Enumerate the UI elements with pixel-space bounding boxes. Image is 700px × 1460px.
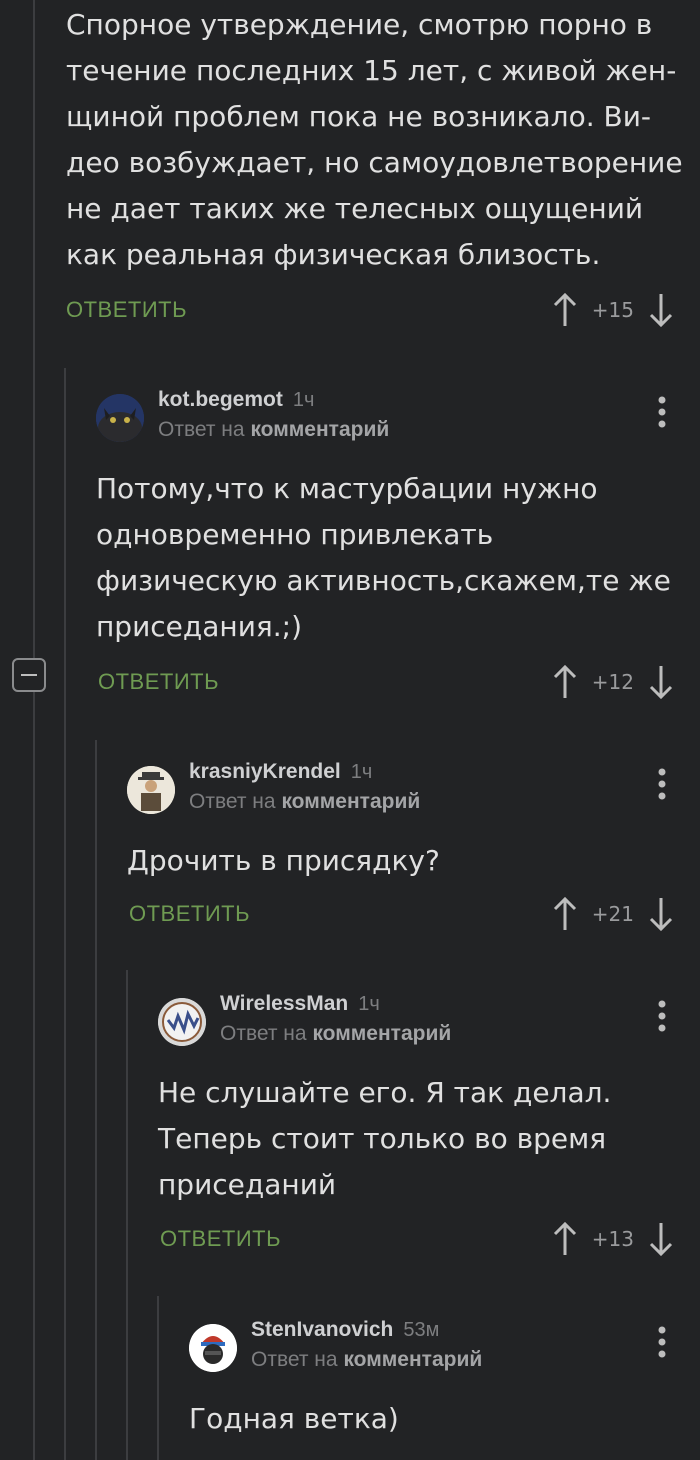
vote-controls: +13 [552,1221,674,1257]
score: +13 [591,1227,634,1251]
downvote-arrow-icon[interactable] [648,292,674,328]
reply-button[interactable]: ОТВЕТИТЬ [98,669,219,695]
comment-time: 1ч [292,389,315,411]
comment-body: Годная ветка) [189,1396,689,1442]
username[interactable]: krasniyKrendel 1ч [189,760,372,784]
vote-controls: +21 [552,896,674,932]
collapse-minus-icon[interactable] [12,658,46,692]
avatar[interactable] [96,394,144,442]
reply-to: Ответ на комментарий [251,1348,483,1371]
more-vertical-icon[interactable] [658,396,666,428]
reply-to: Ответ на комментарий [220,1022,452,1045]
score: +21 [591,902,634,926]
thread-line-level-2 [95,740,97,1460]
upvote-arrow-icon[interactable] [552,664,578,700]
reply-target-link[interactable]: комментарий [281,790,420,813]
username[interactable]: kot.begemot 1ч [158,388,314,412]
username[interactable]: WirelessMan 1ч [220,992,380,1016]
avatar[interactable] [158,998,206,1046]
comment-text: Дрочить в присядку? [127,844,440,877]
more-vertical-icon[interactable] [658,1000,666,1032]
comment-actions: ОТВЕТИТЬ +21 [129,894,700,934]
comment-time: 53м [403,1319,440,1341]
comment-header: kot.begemot 1ч Ответ на комментарий [96,388,700,450]
downvote-arrow-icon[interactable] [648,1221,674,1257]
more-vertical-icon[interactable] [658,1326,666,1358]
reply-button[interactable]: ОТВЕТИТЬ [66,297,187,323]
comment-actions: ОТВЕТИТЬ +13 [160,1219,700,1259]
comment-time: 1ч [350,761,373,783]
comment-text: Потому,что к мастурбации нужно одновреме… [96,472,671,643]
avatar[interactable] [189,1324,237,1372]
comment-actions: ОТВЕТИТЬ +12 [98,662,700,702]
comment-text: Спорное утверждение, смотрю порно в тече… [66,8,683,271]
avatar[interactable] [127,766,175,814]
username[interactable]: StenIvanovich 53м [251,1318,439,1342]
reply-to: Ответ на комментарий [189,790,421,813]
thread-line-level-3 [126,970,128,1460]
upvote-arrow-icon[interactable] [552,292,578,328]
reply-target-link[interactable]: комментарий [250,418,389,441]
comment-text: Годная ветка) [189,1402,399,1435]
thread-line-level-1 [64,368,66,1460]
more-vertical-icon[interactable] [658,768,666,800]
downvote-arrow-icon[interactable] [648,664,674,700]
reply-button[interactable]: ОТВЕТИТЬ [160,1226,281,1252]
score: +12 [591,670,634,694]
score: +15 [591,298,634,322]
upvote-arrow-icon[interactable] [552,896,578,932]
comment-header: WirelessMan 1ч Ответ на комментарий [158,992,700,1054]
comment-header: krasniyKrendel 1ч Ответ на комментарий [127,760,700,822]
reply-target-link[interactable]: комментарий [343,1348,482,1371]
reply-to: Ответ на комментарий [158,418,390,441]
vote-controls: +15 [552,292,674,328]
comment-body: Не слушайте его. Я так делал. Теперь сто… [158,1070,688,1208]
comment-top: Спорное утверждение, смотрю порно в тече… [66,0,686,278]
reply-button[interactable]: ОТВЕТИТЬ [129,901,250,927]
upvote-arrow-icon[interactable] [552,1221,578,1257]
vote-controls: +12 [552,664,674,700]
comment-body: Дрочить в присядку? [127,838,687,884]
reply-target-link[interactable]: комментарий [312,1022,451,1045]
comment-body: Потому,что к мастурбации нужно одновреме… [96,466,686,650]
downvote-arrow-icon[interactable] [648,896,674,932]
comment-text: Не слушайте его. Я так делал. Теперь сто… [158,1076,612,1201]
thread-line-level-4 [157,1296,159,1460]
comment-header: StenIvanovich 53м Ответ на комментарий [189,1318,700,1380]
comment-actions: ОТВЕТИТЬ +15 [66,290,700,330]
comment-time: 1ч [358,993,380,1015]
thread-line-level-0 [33,0,35,1460]
